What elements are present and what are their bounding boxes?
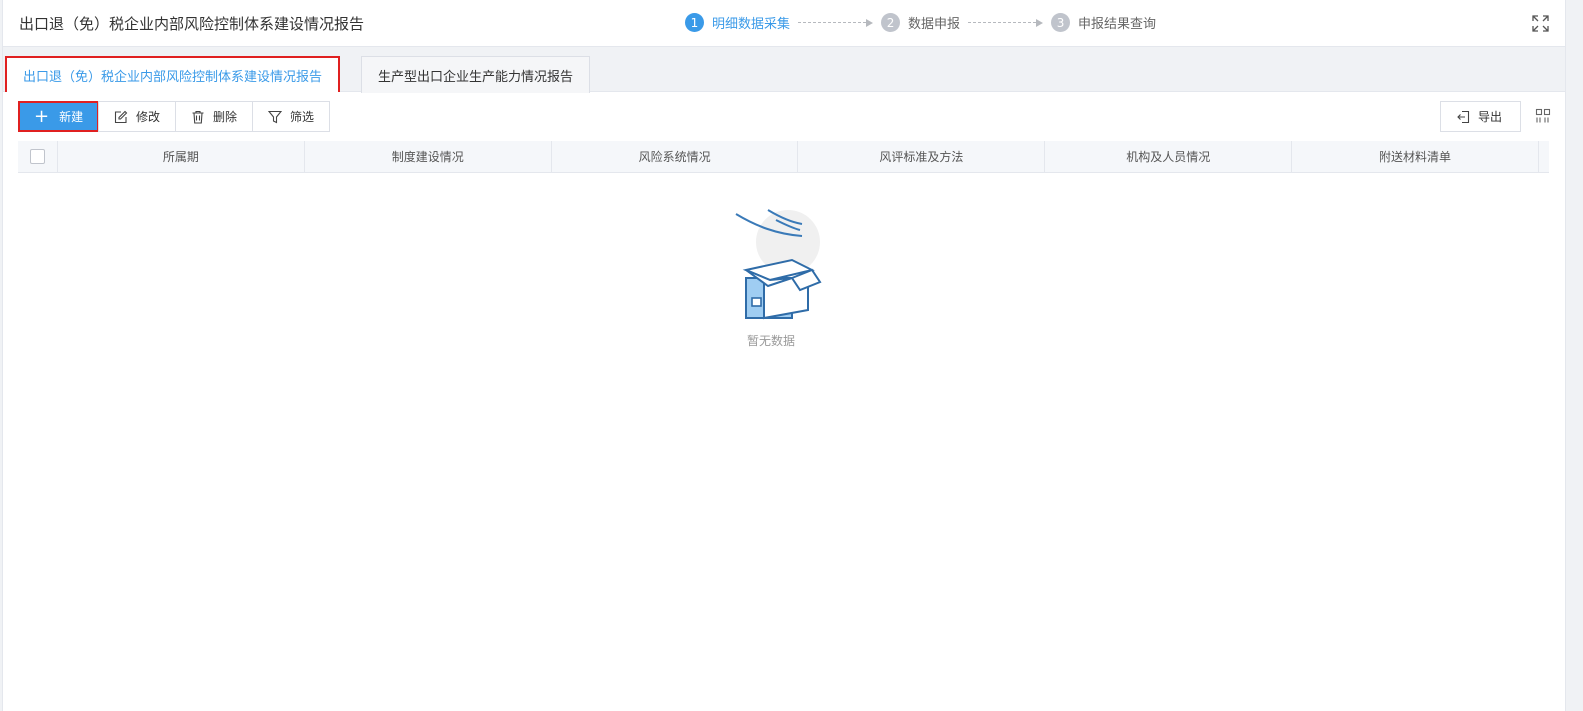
column-header-period[interactable]: 所属期 bbox=[58, 141, 305, 172]
step-indicator: 1 明细数据采集 2 数据申报 3 申报结果查询 bbox=[685, 13, 1156, 32]
edit-button[interactable]: 修改 bbox=[98, 101, 177, 132]
empty-state-text: 暂无数据 bbox=[746, 334, 795, 348]
step-1-number: 1 bbox=[685, 13, 704, 32]
step-1[interactable]: 1 明细数据采集 bbox=[685, 13, 790, 32]
page-frame: 出口退（免）税企业内部风险控制体系建设情况报告 1 明细数据采集 2 数据申报 … bbox=[2, 0, 1566, 711]
step-3-label: 申报结果查询 bbox=[1078, 17, 1157, 32]
step-3[interactable]: 3 申报结果查询 bbox=[1051, 13, 1156, 32]
export-button[interactable]: 导出 bbox=[1440, 101, 1521, 132]
column-header-system-building[interactable]: 制度建设情况 bbox=[305, 141, 552, 172]
column-header-organization-staff[interactable]: 机构及人员情况 bbox=[1045, 141, 1293, 172]
step-2[interactable]: 2 数据申报 bbox=[881, 13, 960, 32]
trash-icon bbox=[192, 110, 204, 124]
plus-icon: + bbox=[34, 105, 50, 127]
fullscreen-icon[interactable] bbox=[1532, 15, 1549, 32]
empty-box-icon bbox=[735, 209, 822, 320]
step-2-label: 数据申报 bbox=[908, 17, 961, 32]
page-title: 出口退（免）税企业内部风险控制体系建设情况报告 bbox=[19, 15, 365, 33]
step-2-number: 2 bbox=[881, 13, 901, 32]
filter-icon bbox=[268, 110, 283, 123]
step-arrow-icon bbox=[798, 18, 874, 27]
toolbar: + 新建 修改 删除 筛选 bbox=[18, 101, 331, 132]
column-header-attachments[interactable]: 附送材料清单 bbox=[1292, 141, 1539, 172]
filter-button[interactable]: 筛选 bbox=[252, 101, 331, 132]
new-button[interactable]: + 新建 bbox=[18, 101, 99, 132]
export-icon bbox=[1457, 110, 1470, 123]
select-all-cell bbox=[18, 141, 58, 172]
column-header-risk-system[interactable]: 风险系统情况 bbox=[552, 141, 799, 172]
tab-bar: 出口退（免）税企业内部风险控制体系建设情况报告 生产型出口企业生产能力情况报告 bbox=[3, 47, 1565, 93]
filter-button-label: 筛选 bbox=[290, 110, 315, 124]
step-3-number: 3 bbox=[1051, 13, 1071, 32]
column-header-assessment-method[interactable]: 风评标准及方法 bbox=[798, 141, 1046, 172]
tab-production-capacity-report[interactable]: 生产型出口企业生产能力情况报告 bbox=[361, 56, 591, 93]
delete-button[interactable]: 删除 bbox=[175, 101, 254, 132]
edit-icon bbox=[114, 110, 128, 123]
step-arrow-icon bbox=[968, 18, 1044, 27]
new-button-label: 新建 bbox=[59, 110, 84, 124]
table-header: 所属期 制度建设情况 风险系统情况 风评标准及方法 机构及人员情况 附送材料清单 bbox=[18, 141, 1549, 173]
empty-state: 暂无数据 bbox=[711, 208, 831, 349]
page-header: 出口退（免）税企业内部风险控制体系建设情况报告 1 明细数据采集 2 数据申报 … bbox=[3, 0, 1565, 47]
select-all-checkbox[interactable] bbox=[30, 149, 45, 164]
delete-button-label: 删除 bbox=[213, 110, 238, 124]
step-1-label: 明细数据采集 bbox=[712, 17, 791, 32]
tab-risk-control-report[interactable]: 出口退（免）税企业内部风险控制体系建设情况报告 bbox=[5, 56, 341, 92]
edit-button-label: 修改 bbox=[136, 110, 161, 124]
export-button-label: 导出 bbox=[1478, 110, 1503, 124]
column-settings-icon[interactable] bbox=[1535, 108, 1551, 124]
